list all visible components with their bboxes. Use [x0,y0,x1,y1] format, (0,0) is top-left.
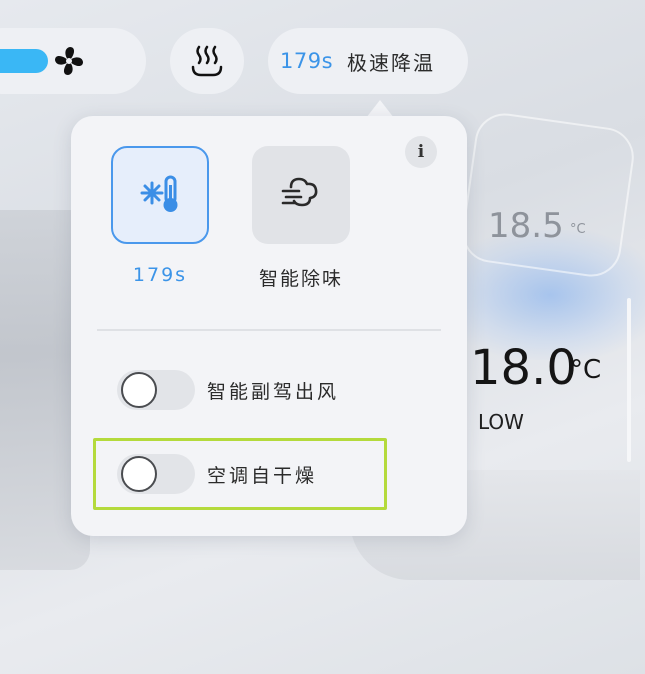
seat-heat-button[interactable] [170,28,244,94]
main-temperature[interactable]: 18.0 [470,340,577,396]
airflow-icon [277,169,325,221]
snowflake-thermometer-icon [136,169,184,221]
fan-speed-slider[interactable] [0,49,48,73]
quick-cool-label: 极速降温 [347,50,436,75]
fan-level-label: LOW [478,410,524,434]
quick-cool-timer: 179s [280,49,334,73]
quick-cool-mode-label: 179s [132,264,188,286]
background-headrest [458,109,638,281]
temperature-slider-track[interactable] [627,298,631,462]
passenger-airflow-toggle[interactable] [117,370,195,410]
seat-heat-icon [187,41,227,81]
quick-cool-button[interactable]: 179s 极速降温 [268,28,468,94]
passenger-airflow-label: 智能副驾出风 [207,380,340,403]
deodorize-mode-tile[interactable] [252,146,350,244]
deodorize-mode-label: 智能除味 [258,268,343,290]
main-temperature-unit: °C [570,355,602,385]
fan-icon[interactable] [50,42,88,80]
divider [97,329,441,331]
fan-speed-control[interactable] [0,28,146,94]
highlight-box [93,438,387,510]
rear-temperature: 18.5 [488,206,564,246]
passenger-airflow-row: 智能副驾出风 [117,366,339,414]
info-button[interactable]: i [405,136,437,168]
quick-cool-mode-tile[interactable] [111,146,209,244]
toggle-knob [121,372,157,408]
rear-temperature-unit: °C [570,222,586,237]
